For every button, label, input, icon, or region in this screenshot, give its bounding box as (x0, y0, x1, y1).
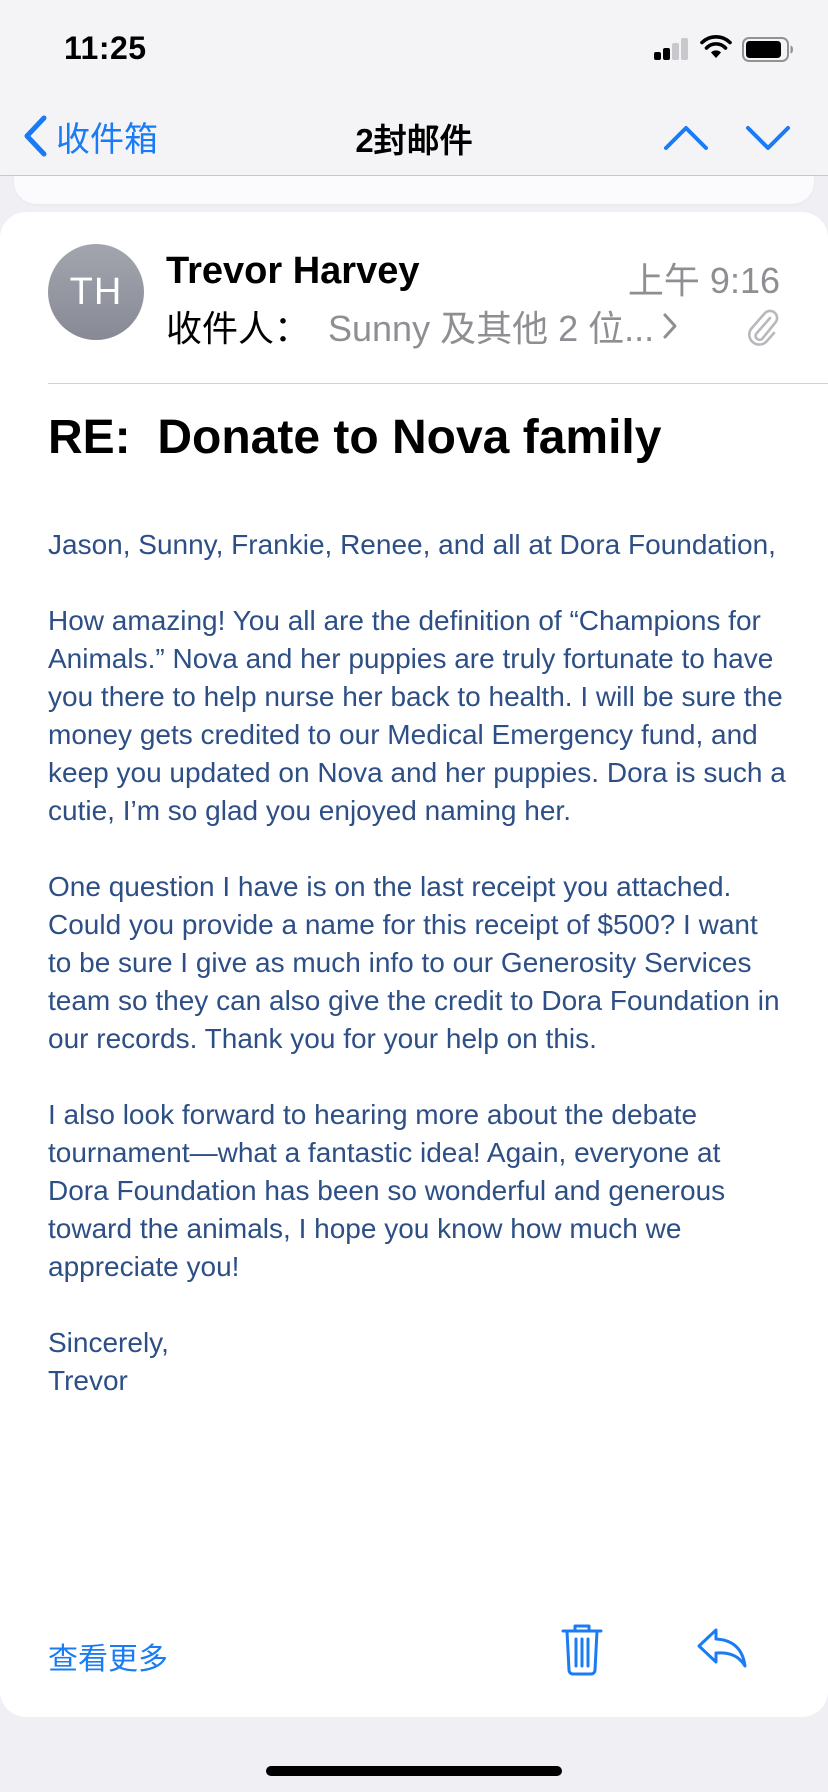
previous-message-card-edge[interactable] (14, 176, 814, 204)
status-time: 11:25 (64, 30, 147, 66)
message-subject: RE: Donate to Nova family (48, 411, 662, 464)
avatar[interactable]: TH (48, 244, 144, 340)
recipients-summary[interactable]: Sunny 及其他 2 位... (328, 300, 678, 352)
signoff: Sincerely, Trevor (48, 1324, 788, 1400)
reply-icon[interactable] (696, 1626, 748, 1670)
signature: Trevor (48, 1365, 128, 1396)
cellular-signal-icon (654, 38, 690, 60)
next-message-button[interactable] (744, 114, 792, 162)
previous-message-button[interactable] (662, 114, 710, 162)
body-paragraph: One question I have is on the last recei… (48, 871, 780, 1054)
chevron-right-icon (663, 313, 677, 339)
status-bar: 11:25 (0, 0, 828, 100)
sender-name[interactable]: Trevor Harvey (166, 250, 420, 293)
see-more-button[interactable]: 查看更多 (48, 1634, 168, 1678)
recipients-label: 收件人： (166, 308, 311, 349)
mail-screen: 11:25 收件箱 2封邮件 TH Trevor Harvey 上午 9:16 … (0, 0, 828, 1792)
message-card: TH Trevor Harvey 上午 9:16 收件人： Sunny 及其他 … (0, 212, 828, 1717)
home-indicator[interactable] (266, 1766, 562, 1776)
attachment-icon (748, 309, 779, 346)
battery-icon (742, 37, 793, 62)
body-paragraph: I also look forward to hearing more abou… (48, 1099, 726, 1282)
message-body: Jason, Sunny, Frankie, Renee, and all at… (48, 526, 788, 1400)
body-paragraph: How amazing! You all are the definition … (48, 605, 786, 826)
message-toolbar: 查看更多 (0, 1620, 828, 1690)
signoff-text: Sincerely, (48, 1327, 169, 1358)
wifi-icon (700, 35, 732, 58)
body-paragraph: Jason, Sunny, Frankie, Renee, and all at… (48, 529, 776, 560)
header-divider (48, 383, 828, 384)
message-time: 上午 9:16 (627, 260, 780, 301)
navigation-bar: 收件箱 2封邮件 (0, 100, 828, 176)
recipients-text: Sunny 及其他 2 位... (328, 308, 655, 349)
trash-icon[interactable] (560, 1622, 604, 1676)
